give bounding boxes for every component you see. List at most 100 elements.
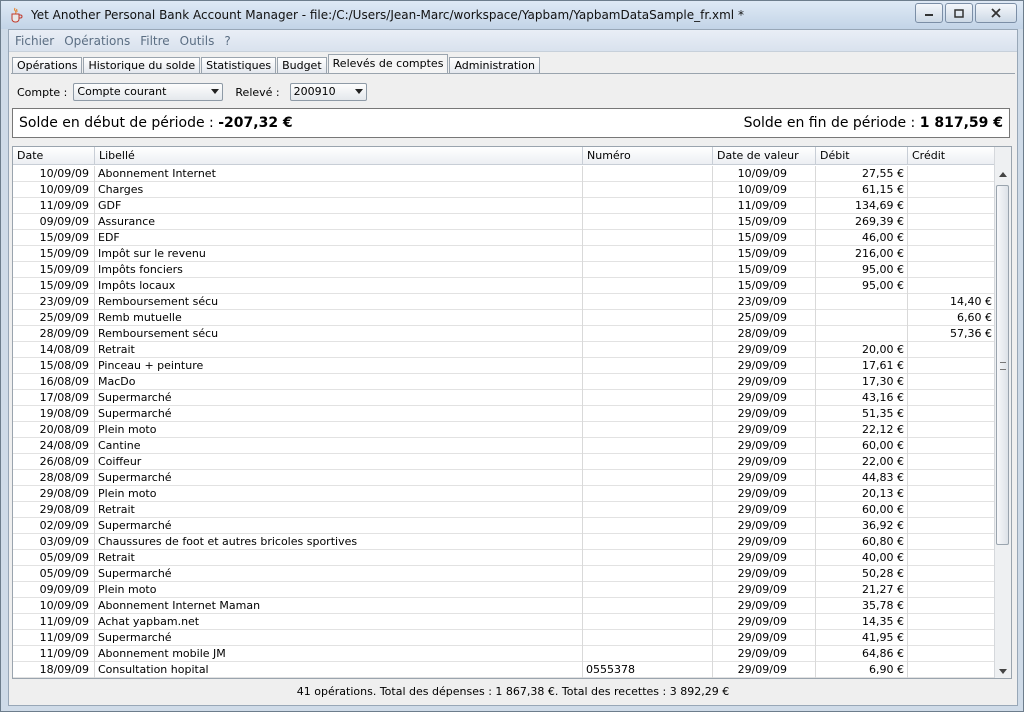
column-header-credit[interactable]: Crédit	[908, 147, 996, 164]
cell-numero	[583, 438, 713, 454]
cell-numero	[583, 326, 713, 342]
cell-debit: 50,28 €	[816, 566, 908, 582]
cell-debit: 269,39 €	[816, 214, 908, 230]
minimize-button[interactable]	[915, 3, 943, 23]
cell-date: 16/08/09	[13, 374, 95, 390]
table-row[interactable]: 24/08/09 Cantine 29/09/09 60,00 €	[13, 438, 996, 454]
scroll-down-icon[interactable]	[999, 669, 1007, 674]
cell-debit: 17,30 €	[816, 374, 908, 390]
table-row[interactable]: 11/09/09 Supermarché 29/09/09 41,95 €	[13, 630, 996, 646]
cell-libelle: Cantine	[95, 438, 583, 454]
table-row[interactable]: 16/08/09 MacDo 29/09/09 17,30 €	[13, 374, 996, 390]
column-header-date[interactable]: Date	[13, 147, 95, 164]
table-row[interactable]: 15/08/09 Pinceau + peinture 29/09/09 17,61 …	[13, 358, 996, 374]
table-row[interactable]: 10/09/09 Abonnement Internet Maman 29/09/0…	[13, 598, 996, 614]
menu-help[interactable]: ?	[220, 34, 234, 48]
cell-date-valeur: 29/09/09	[713, 390, 816, 406]
table-row[interactable]: 09/09/09 Assurance 15/09/09 269,39 €	[13, 214, 996, 230]
table-row[interactable]: 10/09/09 Charges 10/09/09 61,15 €	[13, 182, 996, 198]
maximize-button[interactable]	[945, 3, 973, 23]
table-row[interactable]: 29/08/09 Plein moto 29/09/09 20,13 €	[13, 486, 996, 502]
cell-credit: 6,60 €	[908, 310, 996, 326]
column-header-libelle[interactable]: Libellé	[95, 147, 583, 164]
cell-debit	[816, 294, 908, 310]
table-row[interactable]: 23/09/09 Remboursement sécu 23/09/09 14,40 …	[13, 294, 996, 310]
table-row[interactable]: 19/08/09 Supermarché 29/09/09 51,35 €	[13, 406, 996, 422]
cell-libelle: Coiffeur	[95, 454, 583, 470]
cell-credit	[908, 262, 996, 278]
cell-numero	[583, 566, 713, 582]
table-row[interactable]: 18/09/09 Consultation hopital 0555378 29/09…	[13, 662, 996, 678]
table-row[interactable]: 15/09/09 Impôts locaux 15/09/09 95,00 €	[13, 278, 996, 294]
table-row[interactable]: 02/09/09 Supermarché 29/09/09 36,92 €	[13, 518, 996, 534]
cell-libelle: Retrait	[95, 502, 583, 518]
cell-credit	[908, 454, 996, 470]
tab-budget[interactable]: Budget	[277, 57, 327, 73]
table-row[interactable]: 11/09/09 GDF 11/09/09 134,69 €	[13, 198, 996, 214]
cell-numero	[583, 310, 713, 326]
scroll-up-icon[interactable]	[999, 172, 1007, 177]
table-row[interactable]: 20/08/09 Plein moto 29/09/09 22,12 €	[13, 422, 996, 438]
table-row[interactable]: 28/09/09 Remboursement sécu 28/09/09 57,36 …	[13, 326, 996, 342]
table-body: 10/09/09 Abonnement Internet 10/09/09 27,55…	[13, 166, 996, 678]
table-row[interactable]: 11/09/09 Abonnement mobile JM 29/09/09 64,8…	[13, 646, 996, 662]
title-bar[interactable]: Yet Another Personal Bank Account Manage…	[1, 1, 1023, 29]
table-row[interactable]: 09/09/09 Plein moto 29/09/09 21,27 €	[13, 582, 996, 598]
vertical-scrollbar[interactable]	[994, 147, 1011, 678]
cell-date-valeur: 15/09/09	[713, 262, 816, 278]
cell-date-valeur: 29/09/09	[713, 342, 816, 358]
cell-date: 23/09/09	[13, 294, 95, 310]
menu-operations[interactable]: Opérations	[60, 34, 134, 48]
table-row[interactable]: 29/08/09 Retrait 29/09/09 60,00 €	[13, 502, 996, 518]
menu-fichier[interactable]: Fichier	[11, 34, 58, 48]
cell-numero	[583, 230, 713, 246]
table-row[interactable]: 05/09/09 Retrait 29/09/09 40,00 €	[13, 550, 996, 566]
table-row[interactable]: 15/09/09 Impôt sur le revenu 15/09/09 216,0…	[13, 246, 996, 262]
cell-numero	[583, 342, 713, 358]
table-row[interactable]: 03/09/09 Chaussures de foot et autres bri…	[13, 534, 996, 550]
table-row[interactable]: 15/09/09 EDF 15/09/09 46,00 €	[13, 230, 996, 246]
tab-statistiques[interactable]: Statistiques	[201, 57, 277, 73]
tab-releves[interactable]: Relevés de comptes	[327, 54, 449, 73]
cell-date: 15/09/09	[13, 278, 95, 294]
cell-credit	[908, 566, 996, 582]
close-button[interactable]	[975, 3, 1017, 23]
column-header-debit[interactable]: Débit	[816, 147, 908, 164]
table-row[interactable]: 11/09/09 Achat yapbam.net 29/09/09 14,35 €	[13, 614, 996, 630]
cell-libelle: MacDo	[95, 374, 583, 390]
cell-date-valeur: 15/09/09	[713, 278, 816, 294]
cell-debit: 60,80 €	[816, 534, 908, 550]
menu-outils[interactable]: Outils	[176, 34, 219, 48]
cell-credit: 14,40 €	[908, 294, 996, 310]
cell-date-valeur: 10/09/09	[713, 182, 816, 198]
table-row[interactable]: 17/08/09 Supermarché 29/09/09 43,16 €	[13, 390, 996, 406]
tab-operations[interactable]: Opérations	[12, 57, 83, 73]
account-select[interactable]: Compte courant	[73, 83, 224, 101]
cell-numero	[583, 262, 713, 278]
cell-debit: 14,35 €	[816, 614, 908, 630]
statement-label: Relevé :	[235, 85, 280, 99]
table-row[interactable]: 28/08/09 Supermarché 29/09/09 44,83 €	[13, 470, 996, 486]
statement-select[interactable]: 200910	[289, 83, 367, 101]
table-row[interactable]: 14/08/09 Retrait 29/09/09 20,00 €	[13, 342, 996, 358]
column-header-numero[interactable]: Numéro	[583, 147, 713, 164]
table-row[interactable]: 15/09/09 Impôts fonciers 15/09/09 95,00 €	[13, 262, 996, 278]
scroll-thumb[interactable]	[996, 185, 1009, 545]
menu-filtre[interactable]: Filtre	[136, 34, 173, 48]
cell-credit	[908, 534, 996, 550]
cell-debit: 20,00 €	[816, 342, 908, 358]
app-window: Yet Another Personal Bank Account Manage…	[0, 0, 1024, 712]
cell-numero	[583, 198, 713, 214]
account-label: Compte :	[17, 85, 68, 99]
minimize-icon	[925, 14, 933, 16]
table-row[interactable]: 26/08/09 Coiffeur 29/09/09 22,00 €	[13, 454, 996, 470]
table-row[interactable]: 05/09/09 Supermarché 29/09/09 50,28 €	[13, 566, 996, 582]
table-row[interactable]: 25/09/09 Remb mutuelle 25/09/09 6,60 €	[13, 310, 996, 326]
cell-numero	[583, 422, 713, 438]
column-header-date-valeur[interactable]: Date de valeur	[713, 147, 816, 164]
tab-administration[interactable]: Administration	[449, 57, 540, 73]
tab-historique[interactable]: Historique du solde	[83, 57, 201, 73]
cell-date-valeur: 15/09/09	[713, 214, 816, 230]
cell-date: 18/09/09	[13, 662, 95, 678]
table-row[interactable]: 10/09/09 Abonnement Internet 10/09/09 27,55…	[13, 166, 996, 182]
